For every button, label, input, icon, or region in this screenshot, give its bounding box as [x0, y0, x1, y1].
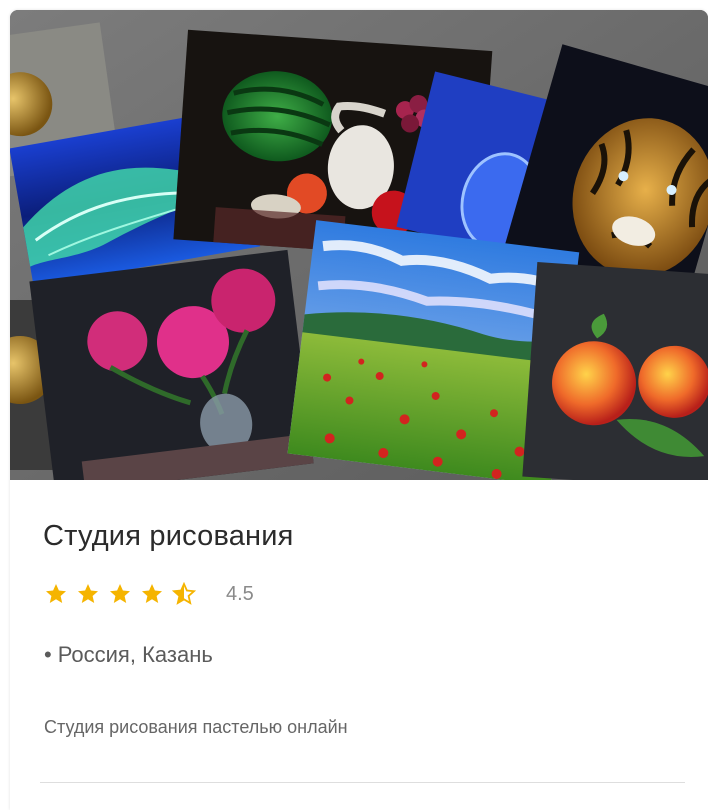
rating-row: 4.5: [44, 582, 254, 606]
star-full-icon: [46, 584, 66, 603]
rating-value: 4.5: [226, 582, 254, 605]
paintings-collage-illustration: [10, 10, 708, 480]
studio-title[interactable]: Студия рисования: [43, 520, 294, 553]
star-full-icon: [110, 584, 130, 603]
star-full-icon: [142, 584, 162, 603]
studio-location: • Россия, Казань: [44, 642, 213, 668]
card-divider: [40, 782, 685, 783]
studio-card[interactable]: Студия рисования 4.5 • Россия, Казань Сту…: [10, 10, 708, 810]
star-half-icon: [172, 582, 196, 605]
studio-description: Студия рисования пастелью онлайн: [44, 717, 348, 737]
location-bullet: •: [44, 642, 52, 667]
rating-stars: [44, 582, 204, 606]
location-text: Россия, Казань: [57, 642, 213, 667]
studio-cover-image[interactable]: [10, 10, 708, 480]
star-full-icon: [78, 584, 98, 603]
